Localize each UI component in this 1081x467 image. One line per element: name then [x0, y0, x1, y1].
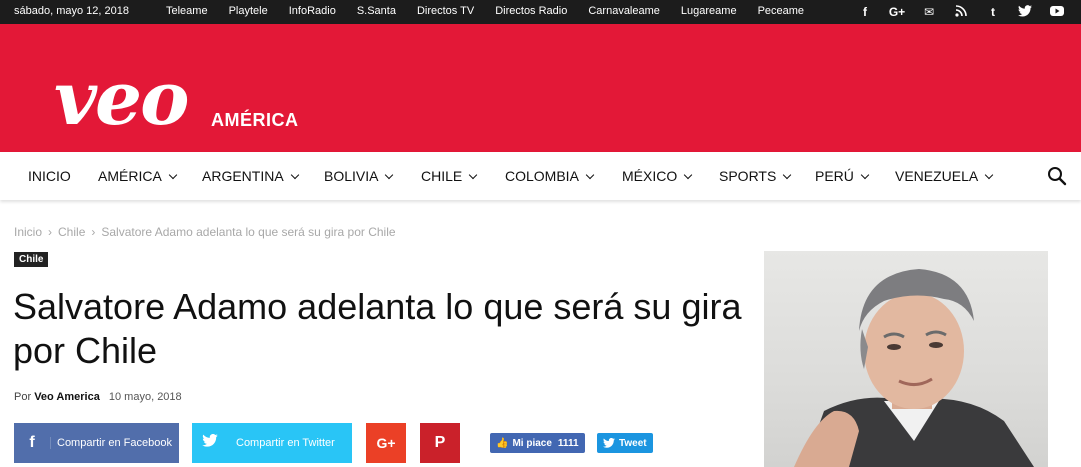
current-date: sábado, mayo 12, 2018 — [14, 5, 129, 17]
tweet-button[interactable]: Tweet — [597, 433, 653, 453]
tweet-label: Tweet — [619, 437, 647, 449]
twitter-icon[interactable] — [1009, 4, 1041, 20]
share-facebook-label: Compartir en Facebook — [50, 437, 172, 449]
share-facebook-button[interactable]: f Compartir en Facebook — [14, 423, 179, 463]
breadcrumb-separator: › — [48, 225, 53, 239]
nav-item-label: AMÉRICA — [98, 168, 162, 184]
top-link-ssanta[interactable]: S.Santa — [357, 5, 396, 17]
google-plus-icon: G+ — [376, 435, 396, 451]
top-link-directos-radio[interactable]: Directos Radio — [495, 5, 567, 17]
breadcrumb-section[interactable]: Chile — [58, 225, 85, 239]
article-photo[interactable] — [764, 251, 1048, 467]
chevron-down-icon — [985, 170, 994, 180]
nav-item-venezuela[interactable]: VENEZUELA — [895, 168, 994, 184]
share-twitter-button[interactable]: Compartir en Twitter — [192, 423, 352, 463]
share-pinterest-button[interactable]: P — [420, 423, 460, 463]
top-link-lugareame[interactable]: Lugareame — [681, 5, 737, 17]
chevron-down-icon — [468, 170, 478, 180]
chevron-down-icon — [168, 170, 178, 180]
nav-item-label: PERÚ — [815, 168, 854, 184]
breadcrumb-home[interactable]: Inicio — [14, 225, 42, 239]
google-plus-icon[interactable]: G+ — [881, 5, 913, 19]
share-twitter-label: Compartir en Twitter — [236, 437, 335, 449]
chevron-down-icon — [683, 170, 693, 180]
youtube-icon[interactable] — [1041, 5, 1073, 20]
search-icon[interactable] — [1047, 166, 1067, 186]
site-header: veo AMÉRICA — [0, 24, 1081, 152]
nav-item-label: MÉXICO — [622, 168, 678, 184]
top-link-inforadio[interactable]: InfoRadio — [289, 5, 336, 17]
byline-prefix: Por — [14, 391, 32, 403]
top-links: Teleame Playtele InfoRadio S.Santa Direc… — [166, 5, 804, 17]
like-count: 1111 — [557, 437, 579, 449]
main-nav: INICIO AMÉRICA ARGENTINA BOLIVIA CHILE C… — [0, 152, 1081, 200]
facebook-icon[interactable]: f — [849, 5, 881, 19]
twitter-icon — [192, 433, 228, 452]
top-link-carnavaleame[interactable]: Carnavaleame — [588, 5, 660, 17]
social-links: f G+ ✉ t — [849, 0, 1073, 24]
nav-item-label: SPORTS — [719, 168, 777, 184]
nav-item-chile[interactable]: CHILE — [421, 168, 478, 184]
breadcrumb: Inicio › Chile › Salvatore Adamo adelanta lo… — [14, 225, 396, 239]
nav-item-label: COLOMBIA — [505, 168, 579, 184]
top-bar: sábado, mayo 12, 2018 Teleame Playtele I… — [0, 0, 1081, 24]
chevron-down-icon — [385, 170, 394, 180]
top-link-peceame[interactable]: Peceame — [758, 5, 804, 17]
nav-item-sports[interactable]: SPORTS — [719, 168, 792, 184]
article-title: Salvatore Adamo adelanta lo que será su … — [13, 286, 742, 371]
share-google-plus-button[interactable]: G+ — [366, 423, 406, 463]
nav-item-inicio[interactable]: INICIO — [28, 168, 71, 184]
top-link-teleame[interactable]: Teleame — [166, 5, 208, 17]
article-date: 10 mayo, 2018 — [108, 391, 182, 403]
nav-item-argentina[interactable]: ARGENTINA — [202, 168, 299, 184]
chevron-down-icon — [783, 170, 792, 180]
nav-item-mexico[interactable]: MÉXICO — [622, 168, 693, 184]
author-link[interactable]: Veo America — [34, 391, 100, 403]
byline: Por Veo America 10 mayo, 2018 — [14, 391, 182, 403]
twitter-icon — [603, 438, 615, 448]
chevron-down-icon — [585, 170, 595, 180]
breadcrumb-current: Salvatore Adamo adelanta lo que será su … — [101, 225, 396, 239]
category-badge[interactable]: Chile — [14, 252, 49, 267]
logo-wordmark: veo — [54, 56, 189, 142]
chevron-down-icon — [860, 170, 870, 180]
nav-item-peru[interactable]: PERÚ — [815, 168, 870, 184]
rss-icon[interactable] — [945, 4, 977, 20]
nav-item-label: INICIO — [28, 168, 71, 184]
breadcrumb-separator: › — [91, 225, 96, 239]
facebook-like-button[interactable]: 👍 Mi piace 1111 — [490, 433, 585, 453]
tumblr-icon[interactable]: t — [977, 5, 1009, 19]
nav-item-label: CHILE — [421, 168, 463, 184]
facebook-icon: f — [29, 434, 35, 451]
like-label: Mi piace — [512, 437, 552, 449]
pinterest-icon: P — [434, 434, 446, 451]
mail-icon[interactable]: ✉ — [913, 5, 945, 19]
top-link-directos-tv[interactable]: Directos TV — [417, 5, 474, 17]
nav-item-label: BOLIVIA — [324, 168, 379, 184]
thumbs-up-icon: 👍 — [496, 437, 509, 449]
nav-item-label: ARGENTINA — [202, 168, 284, 184]
top-link-playtele[interactable]: Playtele — [229, 5, 268, 17]
nav-item-label: VENEZUELA — [895, 168, 979, 184]
site-logo[interactable]: veo AMÉRICA — [54, 56, 298, 142]
chevron-down-icon — [290, 170, 299, 180]
nav-item-colombia[interactable]: COLOMBIA — [505, 168, 595, 184]
logo-subtitle: AMÉRICA — [211, 110, 299, 130]
nav-item-america[interactable]: AMÉRICA — [98, 168, 178, 184]
page: sábado, mayo 12, 2018 Teleame Playtele I… — [0, 0, 1081, 467]
nav-item-bolivia[interactable]: BOLIVIA — [324, 168, 394, 184]
